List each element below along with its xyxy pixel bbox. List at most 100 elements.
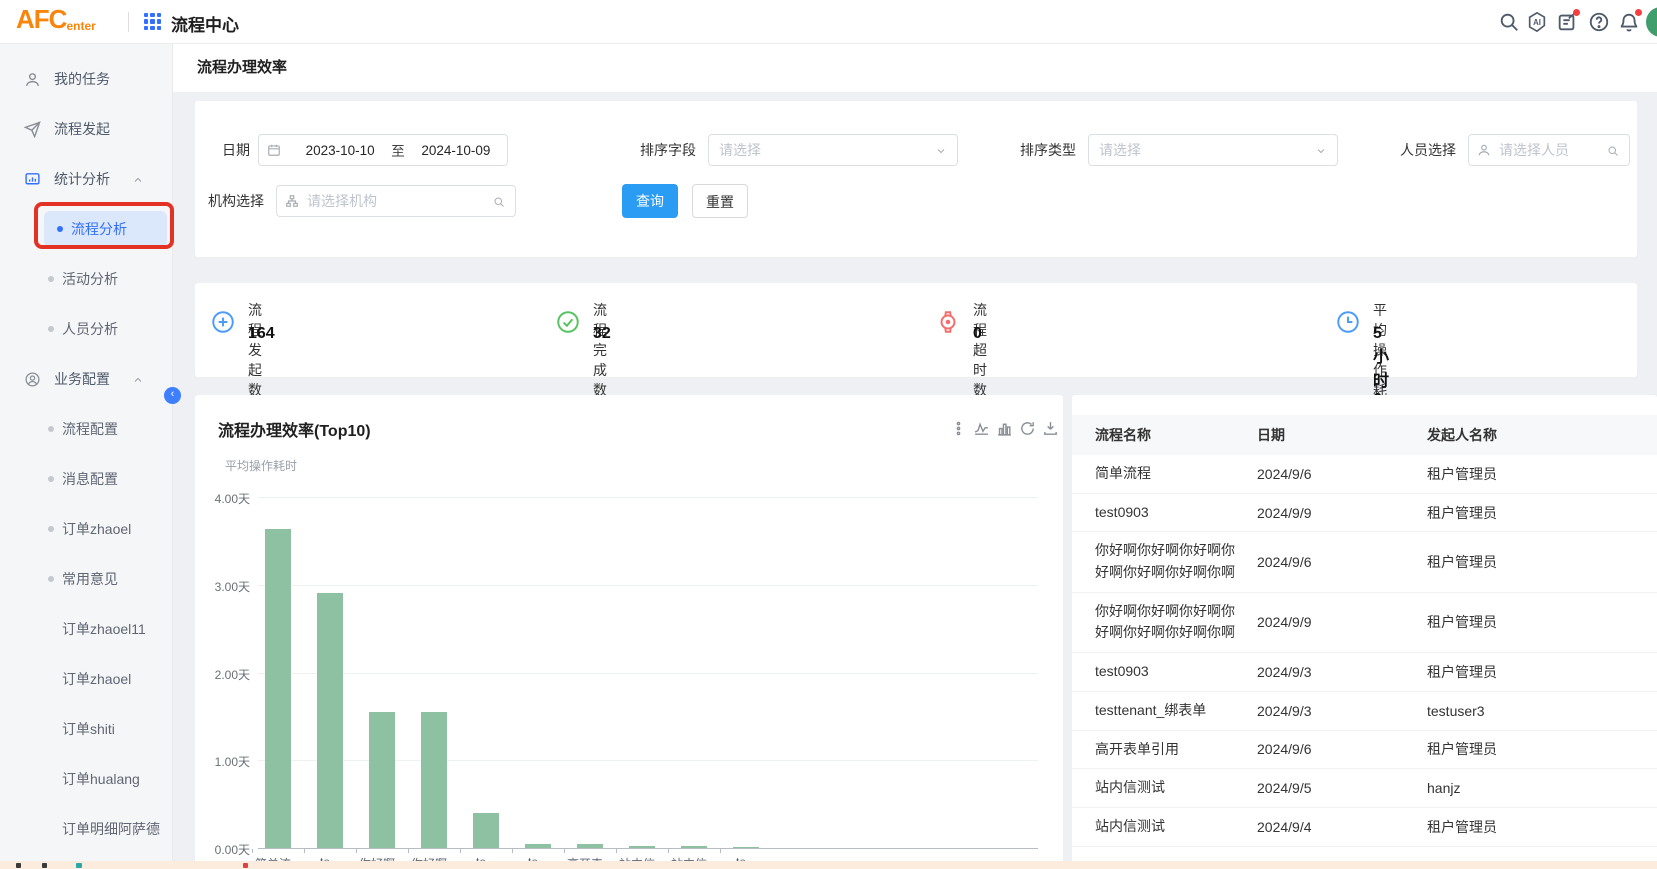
notifications-bell-icon[interactable] [1618,11,1640,33]
x-axis-line [258,848,1038,849]
notes-badge [1573,9,1580,16]
table-row[interactable]: testtenant_绑表单2024/9/3testuser3 [1072,692,1657,731]
table-row[interactable]: test09032024/9/3租户管理员 [1072,653,1657,692]
sidebar-item-process-initiate[interactable]: 流程发起 [0,104,172,154]
sidebar-item-order-zhaoel11[interactable]: 订单zhaoel11 [0,604,172,654]
process-name-cell: 简单流程 [1095,455,1257,493]
initiator-cell: testuser3 [1427,703,1657,719]
org-select-label: 机构选择 [208,185,264,217]
stat-value: 32 [593,325,611,343]
table-column-header: 流程名称 [1095,425,1257,445]
chart-bar[interactable] [681,846,707,848]
svg-text:AI: AI [1533,18,1541,27]
stats-summary-panel: 流程发起数量164流程完成数量32流程超时数量0平均操作耗时5小时6分钟21秒 [195,283,1637,377]
sidebar-item-order-shiti[interactable]: 订单shiti [0,704,172,754]
bullet-dot [48,326,54,332]
chart-bar[interactable] [317,593,343,848]
initiator-cell: 租户管理员 [1427,817,1657,837]
sidebar-item-business-config[interactable]: 业务配置 [0,354,172,404]
date-cell: 2024/9/3 [1257,703,1427,719]
table-row[interactable]: 简单流程2024/9/6租户管理员 [1072,455,1657,494]
date-cell: 2024/9/6 [1257,741,1427,757]
initiator-cell: 租户管理员 [1427,552,1657,572]
date-cell: 2024/9/6 [1257,554,1427,570]
sidebar-item-label: 流程配置 [62,419,118,439]
search-icon [493,195,505,207]
user-avatar[interactable] [1646,7,1657,37]
process-name-cell: testtenant_绑表单 [1095,692,1257,730]
chart-bar[interactable] [629,846,655,848]
reset-button[interactable]: 重置 [692,184,748,218]
sidebar-item-order-hualang[interactable]: 订单hualang [0,754,172,804]
chart-bar[interactable] [577,844,603,848]
chart-bar[interactable] [525,844,551,848]
chart-bar[interactable] [473,813,499,848]
chart-bar[interactable] [265,529,291,848]
x-axis-tick-mark [252,849,253,853]
notes-icon[interactable] [1556,11,1578,33]
process-name-cell: 高开表单引用 [1095,731,1257,769]
sidebar-nav: 我的任务流程发起统计分析流程分析活动分析人员分析业务配置流程配置消息配置订单zh… [0,44,173,869]
x-axis-tick-mark [356,849,357,853]
toolbar-more-icon[interactable] [950,420,967,437]
sidebar-item-message-config[interactable]: 消息配置 [0,454,172,504]
sort-field-select[interactable]: 请选择 [708,134,958,166]
sidebar-item-process-analysis[interactable]: 流程分析 [0,204,172,254]
ai-assistant-icon[interactable]: AI [1526,11,1548,33]
sidebar-collapse-toggle[interactable]: ‹ [164,387,181,404]
sidebar-item-common-opinions[interactable]: 常用意见 [0,554,172,604]
sidebar-item-personnel-analysis[interactable]: 人员分析 [0,304,172,354]
toolbar-bar-chart-icon[interactable] [996,420,1013,437]
process-name-cell: test0903 [1095,494,1257,532]
sidebar-item-label: 流程发起 [54,119,110,139]
table-row[interactable]: 你好啊你好啊你好啊你好啊你好啊你好啊你啊2024/9/9租户管理员 [1072,593,1657,653]
x-axis-tick-mark [720,849,721,853]
table-row[interactable]: test09032024/9/9租户管理员 [1072,494,1657,533]
sidebar-item-order-zhaoel-2[interactable]: 订单zhaoel [0,654,172,704]
header-divider [128,12,129,32]
toolbar-refresh-icon[interactable] [1019,420,1036,437]
chart-bar[interactable] [733,847,759,848]
toolbar-line-chart-icon[interactable] [973,420,990,437]
notifications-badge [1635,9,1642,16]
table-row[interactable]: 站内信测试2024/9/5hanjz [1072,769,1657,808]
bullet-dot [48,276,54,282]
sidebar-item-activity-analysis[interactable]: 活动分析 [0,254,172,304]
table-column-header: 日期 [1257,425,1427,445]
query-button[interactable]: 查询 [622,184,678,218]
process-table-panel: 流程名称日期发起人名称 简单流程2024/9/6租户管理员test0903202… [1072,395,1657,869]
bullet-dot [48,526,54,532]
date-start-value[interactable]: 2023-10-10 [289,143,391,158]
chart-bar[interactable] [369,712,395,848]
stat-value: 0 [973,325,982,343]
sidebar-item-stats-analysis[interactable]: 统计分析 [0,154,172,204]
process-name-cell: 你好啊你好啊你好啊你好啊你好啊你好啊你啊 [1095,532,1257,591]
help-icon[interactable] [1588,11,1610,33]
app-title: 流程中心 [171,11,239,36]
person-select-input[interactable]: 请选择人员 [1468,134,1630,166]
table-row[interactable]: 站内信测试2024/9/4租户管理员 [1072,808,1657,847]
date-range-input[interactable]: 2023-10-10 至 2024-10-09 [258,134,508,166]
sort-field-label: 排序字段 [640,134,696,166]
chart-bar[interactable] [421,712,447,848]
sidebar-item-order-zhaoel[interactable]: 订单zhaoel [0,504,172,554]
chart-y-axis-name: 平均操作耗时 [225,457,297,474]
toolbar-download-icon[interactable] [1042,420,1059,437]
active-pill[interactable]: 流程分析 [44,211,167,247]
sidebar-item-process-config[interactable]: 流程配置 [0,404,172,454]
chevron-down-icon [1315,144,1327,156]
table-row[interactable]: 你好啊你好啊你好啊你好啊你好啊你好啊你啊2024/9/6租户管理员 [1072,532,1657,592]
org-select-input[interactable]: 请选择机构 [276,185,516,217]
sort-type-select[interactable]: 请选择 [1088,134,1338,166]
table-body: 简单流程2024/9/6租户管理员test09032024/9/9租户管理员你好… [1072,455,1657,847]
clock-icon [1335,309,1361,335]
search-icon[interactable] [1498,11,1520,33]
app-grid-icon[interactable] [144,13,161,30]
date-cell: 2024/9/5 [1257,780,1427,796]
date-end-value[interactable]: 2024-10-09 [405,143,507,158]
table-row[interactable]: 高开表单引用2024/9/6租户管理员 [1072,731,1657,770]
sidebar-item-my-tasks[interactable]: 我的任务 [0,54,172,104]
sidebar-item-order-detail-asade[interactable]: 订单明细阿萨德 [0,804,172,854]
search-icon [1607,144,1619,156]
bullet-dot [48,426,54,432]
